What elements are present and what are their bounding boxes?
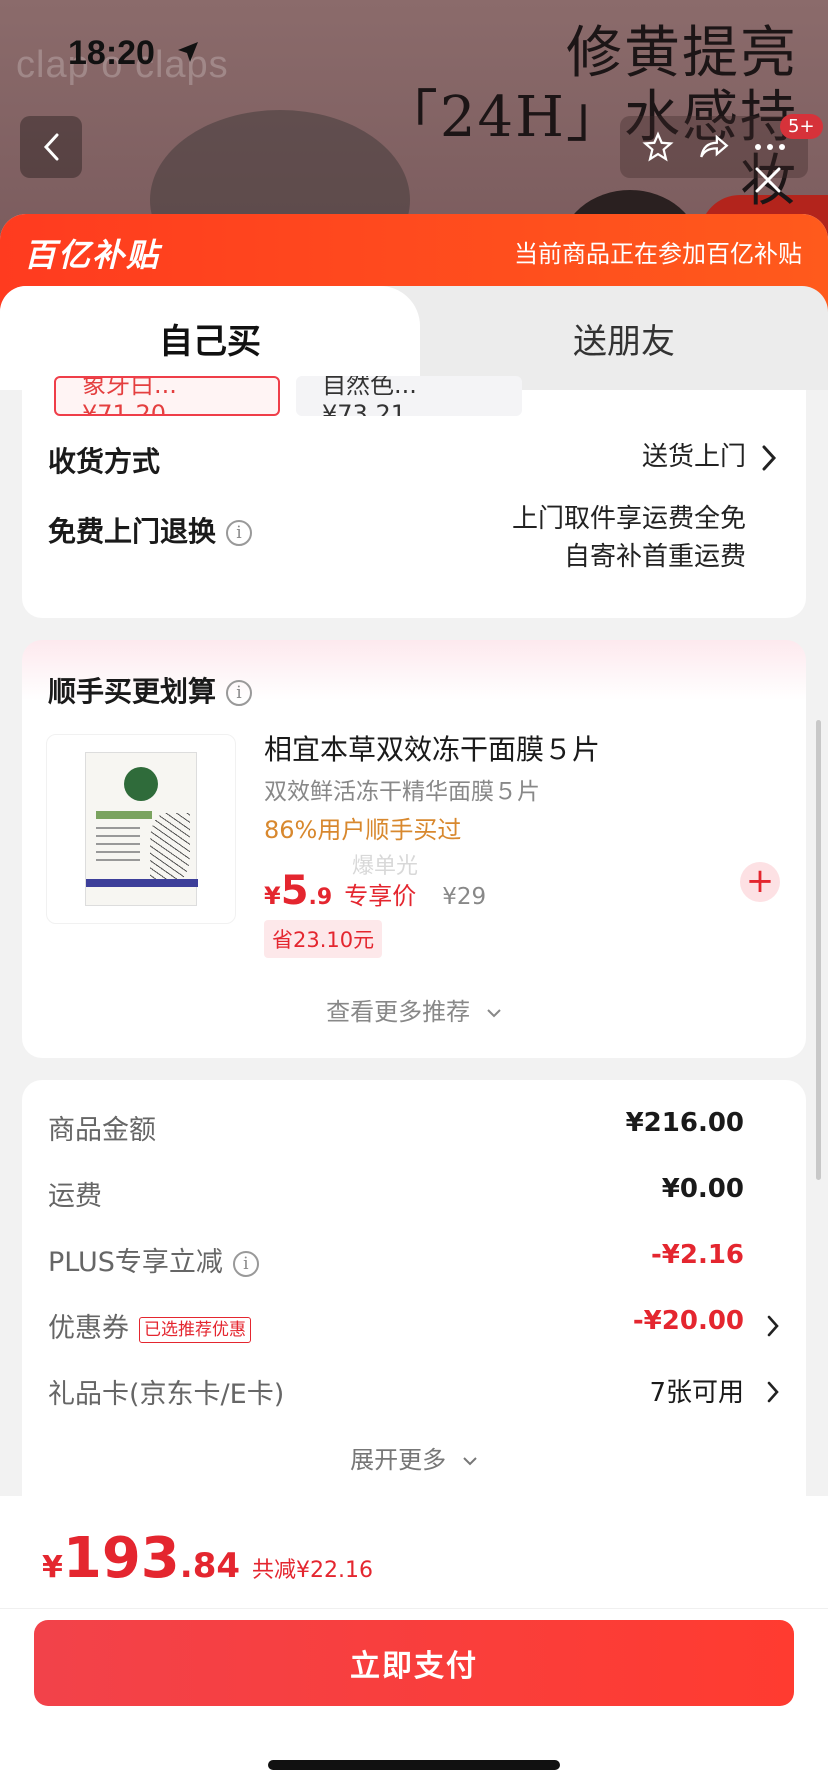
giftcard-label: 礼品卡(京东卡/E卡) <box>48 1379 285 1410</box>
location-arrow-icon <box>178 42 198 62</box>
info-icon[interactable]: i <box>226 520 253 546</box>
coupon-value: -¥20.00 <box>632 1306 744 1336</box>
purchase-tabs: 自己买 送朋友 <box>0 286 828 390</box>
price-integer: 5 <box>280 868 309 914</box>
chevron-right-icon[interactable] <box>760 444 778 472</box>
status-bar: 18:20 <box>0 0 828 100</box>
plus-discount-value: -¥2.16 <box>650 1240 744 1270</box>
shipping-value: ¥0.00 <box>661 1174 744 1204</box>
coupon-label-text: 优惠券 <box>48 1313 129 1344</box>
total-savings: 共减¥22.16 <box>252 1558 373 1583</box>
package-band <box>86 879 198 887</box>
total-decimal: .84 <box>179 1546 241 1586</box>
info-icon[interactable]: i <box>226 680 253 706</box>
delivery-method-value[interactable]: 送货上门 <box>642 438 746 476</box>
brand-logo-icon <box>124 767 158 801</box>
amount-row-giftcard[interactable]: 礼品卡(京东卡/E卡) 7张可用 <box>48 1372 780 1412</box>
checkout-bar: ¥ 193 .84 共减¥22.16 立即支付 <box>0 1496 828 1792</box>
amount-row-shipping: 运费 ¥0.00 <box>48 1174 780 1214</box>
plus-discount-label: PLUS专享立减 i <box>48 1240 259 1279</box>
original-price: ¥29 <box>442 884 487 910</box>
recommend-title-text: 顺手买更划算 <box>48 675 217 708</box>
more-recommendations-label: 查看更多推荐 <box>326 998 471 1026</box>
goods-amount-value: ¥216.00 <box>625 1108 744 1138</box>
delivery-method-label: 收货方式 <box>48 445 161 478</box>
scrollbar[interactable] <box>816 720 821 1180</box>
back-button[interactable] <box>20 116 82 178</box>
star-icon[interactable] <box>641 130 675 164</box>
variant-chips: 象牙白... ¥71.20 自然色... ¥73.21 <box>54 376 522 416</box>
home-indicator <box>268 1760 560 1770</box>
more-recommendations-link[interactable]: 查看更多推荐 <box>22 992 806 1027</box>
recommend-product-name[interactable]: 相宜本草双效冻干面膜５片 <box>264 728 600 768</box>
close-icon[interactable] <box>752 164 784 196</box>
recommend-card: 顺手买更划算 i 相宜本草双效冻干面膜５片 双效鲜活冻干精华面膜５片 86%用户顺… <box>22 640 806 1058</box>
pay-now-button[interactable]: 立即支付 <box>34 1620 794 1706</box>
status-time: 18:20 <box>68 34 155 72</box>
save-badge: 省23.10元 <box>264 920 383 958</box>
price-tag: 专享价 <box>344 882 417 910</box>
message-badge: 5+ <box>780 114 823 139</box>
coupon-label: 优惠券 已选推荐优惠 <box>48 1306 251 1345</box>
free-return-line1: 上门取件享运费全免 <box>511 504 746 534</box>
recommend-bought-rate: 86%用户顺手买过 <box>264 816 462 844</box>
variant-chip[interactable]: 自然色... ¥73.21 <box>296 376 522 416</box>
subsidy-logo: 百亿补贴 <box>24 236 161 274</box>
more-icon[interactable] <box>753 142 787 152</box>
package-stripe <box>96 811 152 819</box>
chevron-right-icon[interactable] <box>766 1314 780 1338</box>
expand-more-label: 展开更多 <box>350 1446 447 1474</box>
amount-row-plus: PLUS专享立减 i -¥2.16 <box>48 1240 780 1280</box>
amount-row-goods: 商品金额 ¥216.00 <box>48 1108 780 1148</box>
share-icon[interactable] <box>696 130 732 164</box>
total-integer: 193 <box>62 1526 180 1591</box>
tab-self-buy[interactable]: 自己买 <box>0 286 420 390</box>
package-plant-illustration <box>150 813 190 883</box>
expand-more-link[interactable]: 展开更多 <box>22 1440 806 1475</box>
free-return-line2: 自寄补首重运费 <box>563 542 746 572</box>
free-return-text: 免费上门退换 <box>48 515 217 548</box>
delivery-card: 象牙白... ¥71.20 自然色... ¥73.21 收货方式 送货上门 免费… <box>22 376 806 618</box>
tab-gift-friend[interactable]: 送朋友 <box>420 286 828 390</box>
package-text-lines <box>96 827 140 867</box>
plus-icon: + <box>745 861 775 901</box>
add-to-order-button[interactable]: + <box>740 862 780 902</box>
currency-symbol: ¥ <box>264 882 281 910</box>
recommend-price: ¥ 5 .9 专享价 ¥29 <box>264 868 486 914</box>
giftcard-value: 7张可用 <box>649 1378 744 1408</box>
shipping-label: 运费 <box>48 1181 102 1212</box>
recommend-product-image[interactable] <box>46 734 236 924</box>
facial-mask-package <box>85 752 198 906</box>
chevron-down-icon <box>463 1457 477 1466</box>
chevron-left-icon <box>43 133 59 161</box>
free-return-label: 免费上门退换 i <box>48 510 253 550</box>
total-currency: ¥ <box>42 1550 63 1585</box>
variant-chip-selected[interactable]: 象牙白... ¥71.20 <box>54 376 280 416</box>
recommend-title: 顺手买更划算 i <box>48 670 253 710</box>
goods-amount-label: 商品金额 <box>48 1115 156 1146</box>
subsidy-note: 当前商品正在参加百亿补贴 <box>514 240 802 268</box>
amount-row-coupon[interactable]: 优惠券 已选推荐优惠 -¥20.00 <box>48 1306 780 1346</box>
chevron-down-icon <box>487 1009 501 1018</box>
info-icon[interactable]: i <box>232 1250 259 1277</box>
recommend-product-subtitle: 双效鲜活冻干精华面膜５片 <box>264 779 540 805</box>
chevron-right-icon[interactable] <box>766 1380 780 1404</box>
total-price: ¥ 193 .84 共减¥22.16 <box>42 1526 373 1591</box>
free-return-value: 上门取件享运费全免 自寄补首重运费 <box>512 500 746 576</box>
divider <box>0 1608 828 1609</box>
coupon-recommended-tag: 已选推荐优惠 <box>139 1316 251 1343</box>
price-decimal: .9 <box>308 885 333 910</box>
plus-discount-text: PLUS专享立减 <box>48 1247 223 1278</box>
